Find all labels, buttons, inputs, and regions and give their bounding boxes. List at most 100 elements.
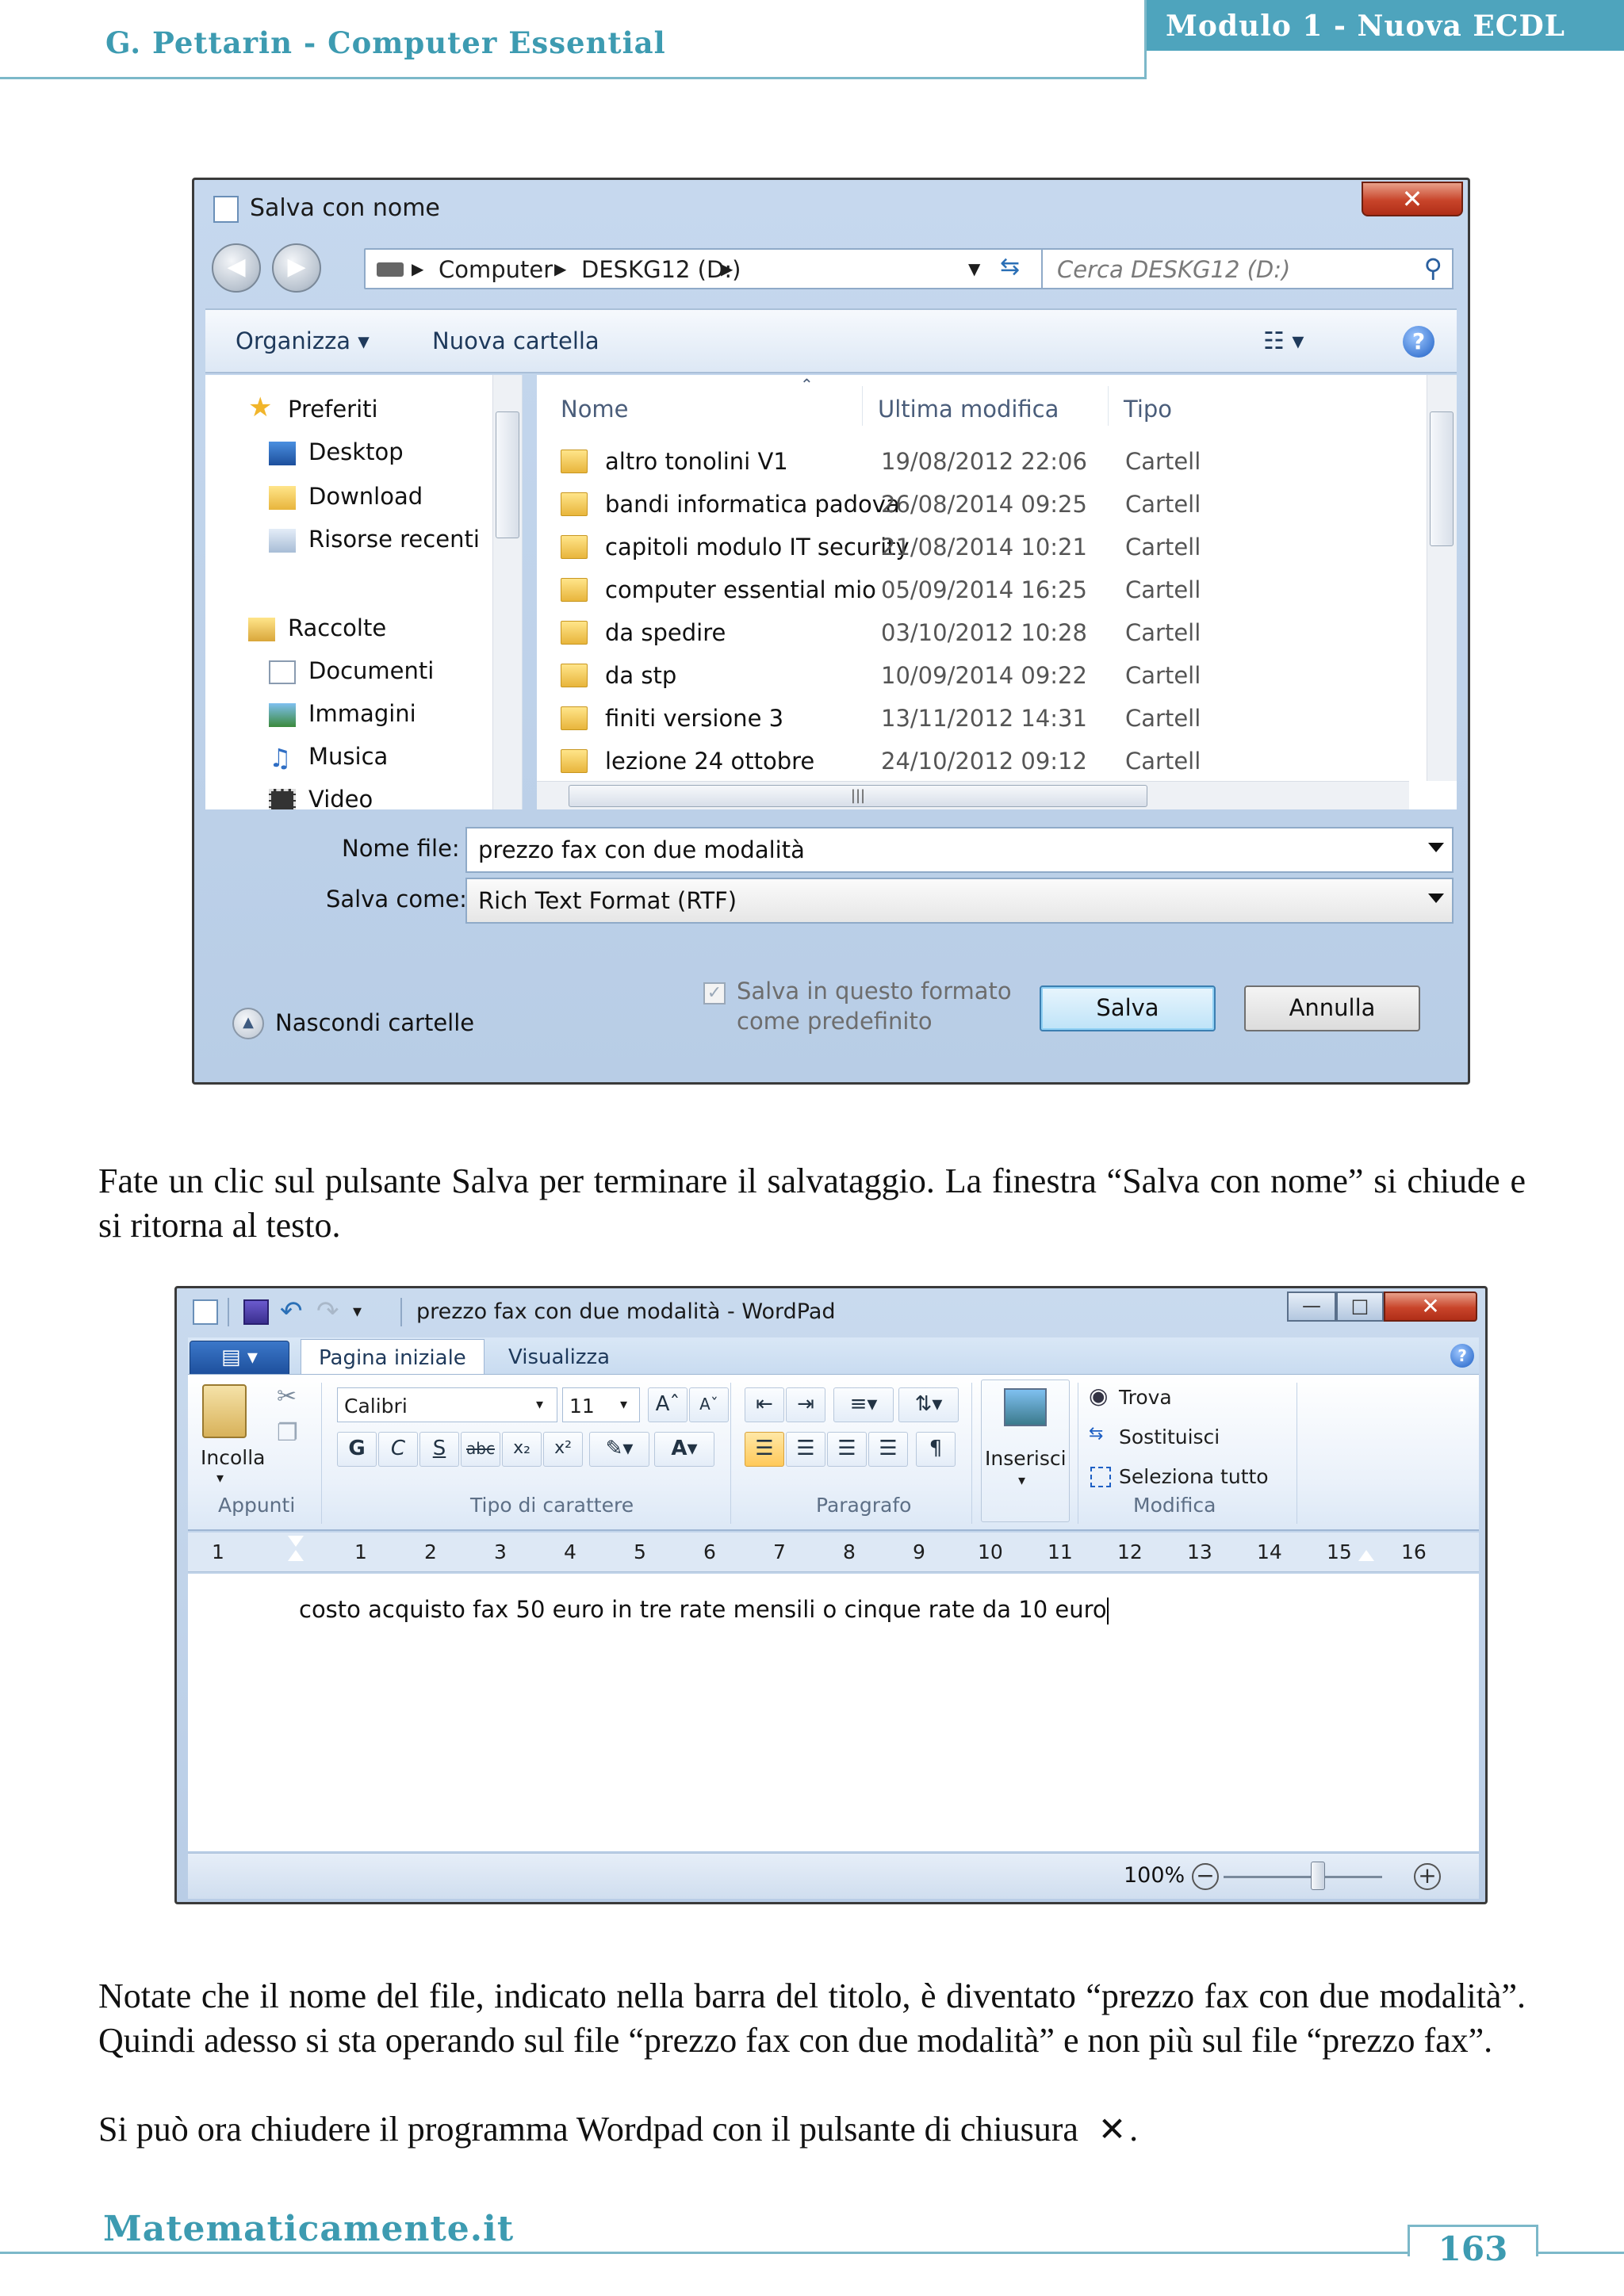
file-row[interactable]: bandi informatica padova 26/08/2014 09:25… (537, 483, 1409, 526)
save-icon[interactable] (243, 1299, 269, 1325)
file-list-hscrollbar[interactable]: ||| (537, 781, 1409, 809)
file-row[interactable]: altro tonolini V1 19/08/2012 22:06 Cartell (537, 440, 1409, 483)
help-icon[interactable]: ? (1403, 326, 1434, 358)
insert-button[interactable]: Inserisci ▾ (981, 1380, 1070, 1522)
minimize-button[interactable]: — (1287, 1292, 1336, 1322)
strikethrough-button[interactable]: abc (461, 1432, 500, 1467)
default-format-checkbox[interactable]: ✓ (703, 982, 726, 1004)
document-area[interactable]: costo acquisto fax 50 euro in tre rate m… (188, 1574, 1479, 1851)
qat-customize-icon[interactable]: ▾ (353, 1299, 378, 1325)
column-header-name[interactable]: Nome (561, 396, 629, 423)
nav-desktop[interactable]: Desktop (308, 438, 404, 465)
superscript-icon[interactable]: x² (543, 1432, 583, 1467)
underline-button[interactable]: S (419, 1432, 459, 1467)
file-row[interactable]: capitoli modulo IT security 21/08/2014 10… (537, 526, 1409, 568)
search-icon[interactable]: ⚲ (1424, 253, 1442, 283)
bold-button[interactable]: G (337, 1432, 377, 1467)
redo-icon[interactable]: ↷ (316, 1298, 342, 1325)
first-line-indent-marker[interactable] (288, 1536, 304, 1547)
address-dropdown-icon[interactable]: ▼ (968, 259, 980, 278)
file-scroll-thumb[interactable] (1430, 411, 1454, 546)
right-indent-marker[interactable] (1358, 1550, 1374, 1561)
font-size-select[interactable]: 11 ▾ (562, 1387, 640, 1422)
dialog-close-button[interactable]: ✕ (1362, 182, 1463, 216)
tab-home[interactable]: Pagina iniziale (301, 1339, 485, 1377)
wordpad-close-button[interactable]: ✕ (1384, 1292, 1477, 1322)
breadcrumb-computer[interactable]: Computer (439, 256, 553, 283)
paste-dropdown-icon[interactable]: ▾ (216, 1470, 224, 1487)
highlight-color-icon[interactable]: ✎▾ (589, 1432, 649, 1467)
shrink-font-icon[interactable]: Aˇ (689, 1387, 729, 1422)
align-center-icon[interactable]: ☰ (786, 1432, 825, 1467)
italic-button[interactable]: C (378, 1432, 418, 1467)
select-all-button[interactable]: Seleziona tutto (1119, 1465, 1269, 1488)
forward-button[interactable]: ▶ (272, 243, 321, 293)
justify-icon[interactable]: ☰ (868, 1432, 908, 1467)
nav-scrollbar[interactable] (492, 375, 522, 809)
left-indent-marker[interactable] (288, 1550, 304, 1561)
paragraph-settings-icon[interactable]: ¶ (916, 1432, 956, 1467)
new-folder-button[interactable]: Nuova cartella (432, 327, 599, 354)
zoom-slider[interactable] (1224, 1876, 1382, 1878)
grow-font-icon[interactable]: Aˆ (648, 1387, 688, 1422)
paste-icon[interactable] (202, 1384, 247, 1438)
cut-icon[interactable]: ✂ (277, 1383, 297, 1410)
filename-dropdown-icon[interactable] (1428, 843, 1444, 852)
maximize-button[interactable]: □ (1336, 1292, 1384, 1322)
hide-folders-button[interactable]: Nascondi cartelle (275, 1009, 474, 1036)
line-spacing-icon[interactable]: ⇅▾ (898, 1387, 959, 1422)
align-left-icon[interactable]: ☰ (745, 1432, 784, 1467)
file-row[interactable]: da spedire 03/10/2012 10:28 Cartell (537, 611, 1409, 654)
view-options-icon[interactable]: ☷ ▾ (1263, 327, 1304, 355)
column-header-modified[interactable]: Ultima modifica (878, 396, 1059, 423)
hide-folders-icon[interactable]: ▲ (232, 1008, 264, 1039)
ruler[interactable]: 1 1 2 3 4 5 6 7 8 9 10 11 12 13 14 15 16 (188, 1533, 1479, 1572)
nav-recent[interactable]: Risorse recenti (308, 526, 480, 553)
search-box[interactable]: Cerca DESKG12 (D:) ⚲ (1041, 248, 1454, 289)
nav-libraries[interactable]: Raccolte (288, 614, 386, 641)
bullets-icon[interactable]: ≡▾ (833, 1387, 894, 1422)
replace-icon[interactable]: ⇆ (1089, 1424, 1103, 1444)
paste-button[interactable]: Incolla (201, 1446, 265, 1469)
file-row[interactable]: da stp 10/09/2014 09:22 Cartell (537, 654, 1409, 697)
saveas-type-select[interactable]: Rich Text Format (RTF) (465, 878, 1454, 924)
document-text[interactable]: costo acquisto fax 50 euro in tre rate m… (299, 1596, 1109, 1624)
nav-scroll-thumb[interactable] (496, 411, 519, 538)
help-icon[interactable]: ? (1450, 1344, 1474, 1368)
font-name-select[interactable]: Calibri ▾ (337, 1387, 557, 1422)
filename-input[interactable]: prezzo fax con due modalità (465, 827, 1454, 873)
file-row[interactable]: finiti versione 3 13/11/2012 14:31 Cartell (537, 697, 1409, 740)
file-row[interactable]: computer essential mio 05/09/2014 16:25 Ca… (537, 568, 1409, 611)
nav-documents[interactable]: Documenti (308, 657, 434, 684)
nav-favorites[interactable]: Preferiti (288, 396, 378, 423)
column-header-type[interactable]: Tipo (1124, 396, 1172, 423)
font-size-dropdown-icon[interactable]: ▾ (620, 1396, 627, 1413)
undo-icon[interactable]: ↶ (280, 1298, 305, 1325)
refresh-icon[interactable]: ⇆ (1000, 253, 1020, 281)
hscroll-thumb[interactable]: ||| (569, 785, 1147, 807)
copy-icon[interactable]: ❐ (277, 1419, 298, 1447)
align-right-icon[interactable]: ☰ (827, 1432, 867, 1467)
font-color-icon[interactable]: A▾ (654, 1432, 714, 1467)
save-button[interactable]: Salva (1040, 985, 1216, 1031)
nav-pictures[interactable]: Immagini (308, 700, 416, 727)
select-all-icon[interactable] (1090, 1467, 1111, 1487)
zoom-in-button[interactable]: + (1414, 1863, 1441, 1890)
nav-downloads[interactable]: Download (308, 483, 423, 510)
increase-indent-icon[interactable]: ⇥ (786, 1387, 825, 1422)
organize-button[interactable]: Organizza ▾ (236, 327, 370, 354)
tab-view[interactable]: Visualizza (508, 1345, 610, 1369)
zoom-out-button[interactable]: − (1192, 1863, 1219, 1890)
replace-button[interactable]: Sostituisci (1119, 1425, 1220, 1448)
zoom-slider-thumb[interactable] (1311, 1862, 1325, 1890)
font-dropdown-icon[interactable]: ▾ (536, 1396, 543, 1413)
nav-music[interactable]: Musica (308, 743, 388, 770)
find-button[interactable]: Trova (1119, 1386, 1172, 1409)
file-list-scrollbar[interactable] (1427, 375, 1457, 781)
find-icon[interactable]: ◉ (1089, 1383, 1108, 1409)
saveas-dropdown-icon[interactable] (1428, 894, 1444, 903)
breadcrumb-drive[interactable]: DESKG12 (D:) (581, 256, 741, 283)
back-button[interactable]: ◀ (212, 243, 261, 293)
app-menu-button[interactable]: ▤ ▾ (190, 1341, 289, 1376)
decrease-indent-icon[interactable]: ⇤ (745, 1387, 784, 1422)
